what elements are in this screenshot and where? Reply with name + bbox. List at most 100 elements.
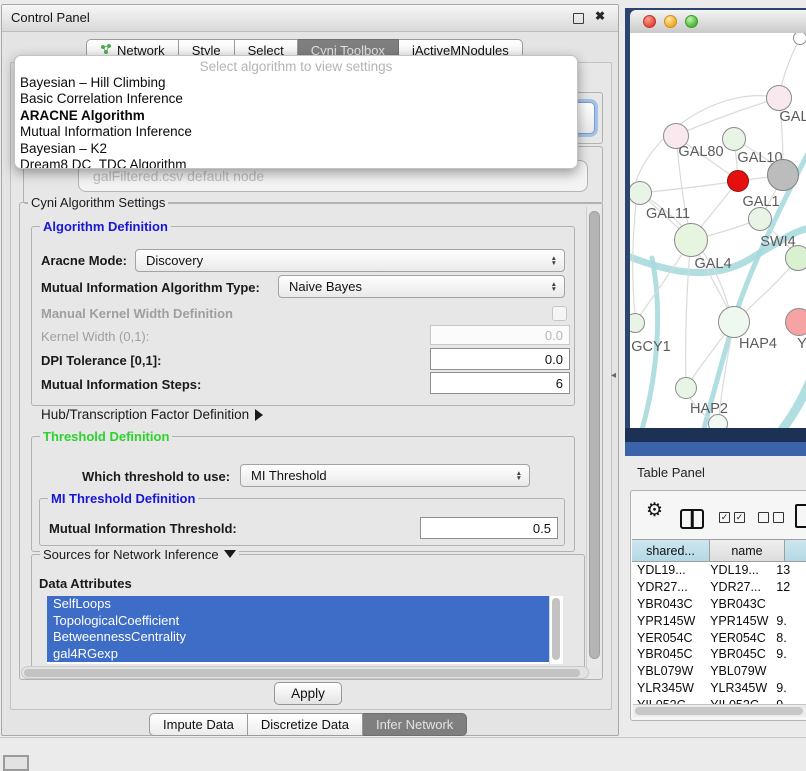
table-cell: YBR043C	[632, 597, 701, 611]
table-row[interactable]: YDR27...YDR27...12	[632, 579, 806, 596]
table-row[interactable]: YDL19...YDL19...13	[632, 562, 806, 579]
attribute-item[interactable]: SelfLoops	[47, 596, 549, 613]
mi-steps-value: 6	[556, 376, 563, 391]
algorithm-option[interactable]: Basic Correlation Inference	[15, 91, 577, 107]
tab-label: Discretize Data	[261, 717, 349, 732]
aracne-mode-combo[interactable]: Discovery ▲▼	[135, 249, 565, 272]
window-bottom-frame	[625, 442, 806, 456]
network-canvas[interactable]: GALGAL80GAL10GAL1GAL11GAL4SWI4GCY1HAP4YH…	[630, 33, 806, 428]
table-cell: YPR145W	[701, 614, 768, 628]
network-node-swi4[interactable]	[748, 207, 772, 231]
column-header[interactable]: name	[710, 539, 785, 562]
mi-threshold-value: 0.5	[533, 521, 551, 536]
table-cell: YBL079W	[701, 664, 768, 678]
algorithm-option[interactable]: Bayesian – Hill Climbing	[15, 75, 577, 91]
node-label: Y	[797, 336, 806, 352]
network-node-hap2[interactable]	[675, 377, 697, 399]
table-horizontal-scrollbar[interactable]	[633, 704, 806, 717]
apply-button[interactable]: Apply	[274, 682, 342, 705]
table-cell: YBR045C	[701, 647, 768, 661]
table-cell: YLR345W	[632, 681, 701, 695]
algorithm-option[interactable]: Dream8 DC_TDC Algorithm	[15, 157, 577, 169]
sources-title: Sources for Network Inference	[43, 547, 219, 562]
node-label: GCY1	[631, 339, 671, 355]
network-node[interactable]	[793, 33, 806, 45]
algorithm-option[interactable]: Bayesian – K2	[15, 141, 577, 157]
corner-grip[interactable]	[3, 755, 29, 771]
network-window-titlebar[interactable]	[630, 10, 806, 34]
algorithm-dropdown-list: Bayesian – Hill ClimbingBasic Correlatio…	[15, 75, 577, 169]
network-node-gal4[interactable]	[674, 223, 708, 257]
mi-threshold-field[interactable]: 0.5	[420, 517, 558, 539]
algorithm-option[interactable]: Mutual Information Inference	[15, 124, 577, 140]
columns-icon[interactable]	[680, 509, 704, 529]
pane-splitter-arrow[interactable]: ◂	[611, 370, 616, 381]
table-cell: YBR045C	[632, 647, 701, 661]
which-threshold-combo[interactable]: MI Threshold ▲▼	[240, 464, 530, 487]
manual-kernel-checkbox[interactable]	[552, 306, 567, 321]
kernel-width-field[interactable]: 0.0	[430, 325, 570, 345]
checked-box-icon: ✓	[734, 512, 745, 523]
table-cell: YDL19...	[632, 563, 701, 577]
aracne-mode-value: Discovery	[146, 253, 203, 268]
network-view-window: GALGAL80GAL10GAL1GAL11GAL4SWI4GCY1HAP4YH…	[625, 8, 806, 456]
table-row[interactable]: YER054CYER054C8.	[632, 629, 806, 646]
sources-toggle[interactable]: Sources for Network Inference	[40, 547, 239, 562]
unchecked-box-icon	[758, 512, 769, 523]
network-node-gal10[interactable]	[722, 127, 746, 151]
table-row[interactable]: YLR345WYLR345W9.	[632, 680, 806, 697]
expanded-arrow-icon	[224, 550, 236, 558]
network-node-hap4[interactable]	[718, 306, 750, 338]
node-label: HAP4	[739, 336, 777, 352]
attribute-item[interactable]: BetweennessCentrality	[47, 629, 549, 646]
tab-impute-data[interactable]: Impute Data	[149, 713, 248, 736]
data-attributes-list[interactable]: SelfLoopsTopologicalCoefficientBetweenne…	[47, 596, 549, 664]
attribute-item[interactable]: TopologicalCoefficient	[47, 613, 549, 630]
mi-type-value: Naive Bayes	[289, 279, 362, 294]
mi-steps-field[interactable]: 6	[430, 372, 570, 394]
attributes-scrollbar[interactable]	[549, 596, 563, 664]
table-cell: YDL19...	[701, 563, 768, 577]
zoom-traffic-light-icon[interactable]	[685, 15, 698, 28]
float-window-icon[interactable]	[573, 13, 584, 24]
tab-discretize-data[interactable]: Discretize Data	[248, 713, 363, 736]
select-all-checkboxes-icon[interactable]: ✓ ✓	[719, 512, 745, 523]
network-node[interactable]	[708, 414, 728, 428]
node-label: GAL4	[694, 256, 731, 272]
table-panel: ⚙ ✓ ✓ shared...name YDL19...YDL19...13YD…	[630, 490, 806, 721]
control-panel-titlebar: Control Panel ✖	[2, 5, 618, 32]
network-node[interactable]	[785, 245, 806, 271]
settings-horizontal-scrollbar[interactable]	[21, 666, 589, 679]
column-header[interactable]: shared...	[632, 539, 710, 562]
algorithm-option[interactable]: ARACNE Algorithm	[15, 108, 577, 124]
close-traffic-light-icon[interactable]	[643, 15, 656, 28]
table-row[interactable]: YBL079WYBL079W	[632, 663, 806, 680]
dpi-tolerance-field[interactable]: 0.0	[430, 348, 570, 370]
table-body[interactable]: YDL19...YDL19...13YDR27...YDR27...12YBR0…	[632, 562, 806, 704]
table-row[interactable]: YPR145WYPR145W9.	[632, 612, 806, 629]
clear-all-checkboxes-icon[interactable]	[758, 512, 784, 523]
attribute-item[interactable]: gal4RGexp	[47, 646, 549, 663]
window-bottom-shadow	[625, 428, 806, 442]
close-icon[interactable]: ✖	[595, 9, 605, 23]
column-header[interactable]	[785, 539, 806, 562]
mi-threshold-label: Mutual Information Threshold:	[49, 521, 237, 536]
network-node-gal[interactable]	[766, 85, 792, 111]
minimize-traffic-light-icon[interactable]	[664, 15, 677, 28]
table-row[interactable]: YBR045CYBR045C9.	[632, 646, 806, 663]
document-icon[interactable]	[795, 504, 806, 528]
mi-type-combo[interactable]: Naive Bayes ▲▼	[278, 275, 565, 298]
table-row[interactable]: YIL052CYIL052C9	[632, 696, 806, 704]
hub-definition-toggle[interactable]: Hub/Transcription Factor Definition	[41, 407, 263, 422]
gear-icon[interactable]: ⚙	[646, 499, 663, 522]
table-cell: YER054C	[632, 631, 701, 645]
table-row[interactable]: YBR043CYBR043C	[632, 596, 806, 613]
network-node-y[interactable]	[785, 308, 806, 336]
unchecked-box-icon	[773, 512, 784, 523]
network-node[interactable]	[767, 159, 799, 191]
table-cell: YBR043C	[701, 597, 768, 611]
settings-vertical-scrollbar[interactable]	[586, 207, 601, 667]
dpi-tolerance-value: 0.0	[545, 352, 563, 367]
network-node-gal1[interactable]	[727, 170, 749, 192]
tab-infer-network[interactable]: Infer Network	[363, 713, 467, 736]
